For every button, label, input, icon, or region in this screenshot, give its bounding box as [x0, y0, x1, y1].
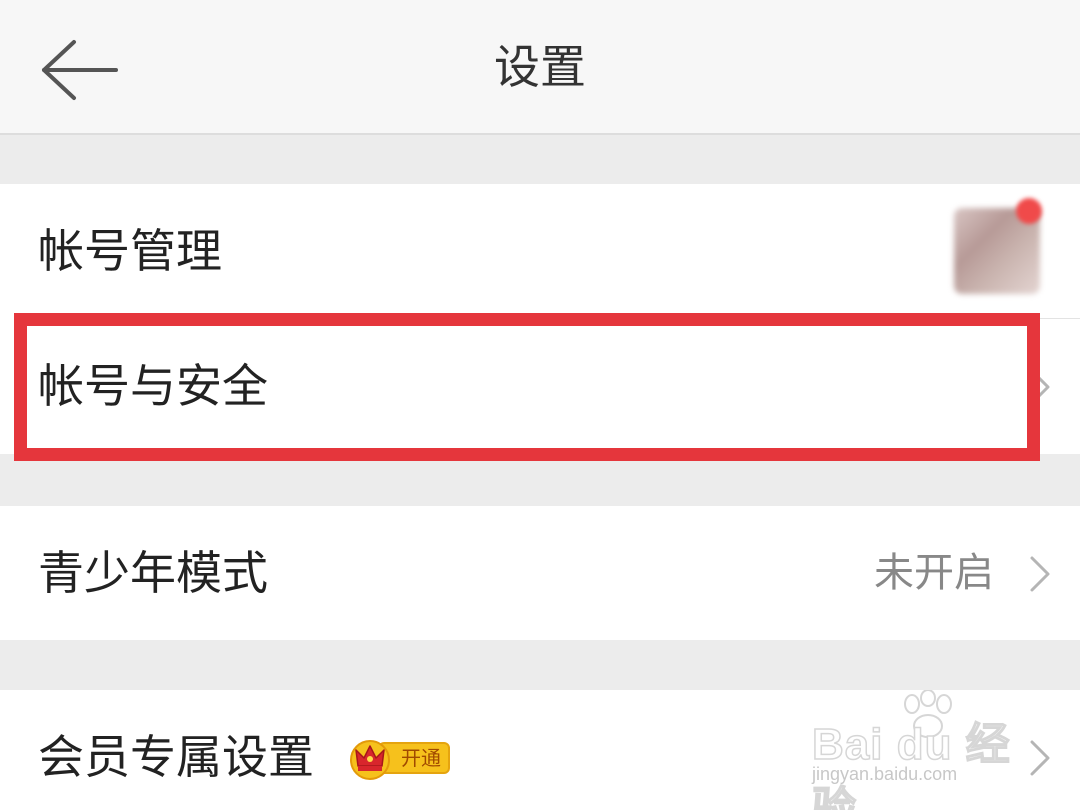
vip-group: 会员专属设置 — [0, 690, 1080, 810]
back-arrow-icon — [42, 40, 118, 100]
teen-mode-status: 未开启 — [874, 550, 994, 596]
vip-open-badge[interactable]: 开通 — [348, 736, 452, 780]
teen-mode-group: 青少年模式 未开启 — [0, 506, 1080, 640]
account-management-label: 帐号管理 — [38, 224, 222, 278]
back-button[interactable] — [30, 30, 130, 110]
vip-settings-row[interactable]: 会员专属设置 — [0, 690, 1080, 810]
account-security-label: 帐号与安全 — [38, 359, 268, 413]
chevron-right-icon — [1030, 369, 1050, 404]
teen-mode-row[interactable]: 青少年模式 未开启 — [0, 506, 1080, 641]
account-management-row[interactable]: 帐号管理 — [0, 184, 1080, 319]
notification-dot — [1016, 198, 1042, 224]
account-security-row[interactable]: 帐号与安全 — [0, 319, 1080, 454]
vip-badge-text: 开通 — [401, 746, 441, 770]
vip-settings-label: 会员专属设置 — [38, 730, 314, 784]
settings-screen: 设置 帐号管理 帐号与安全 青少年模式 未开启 会员专属设置 开通 Bai du… — [0, 0, 1080, 810]
crown-icon — [350, 740, 390, 780]
top-bar: 设置 — [0, 0, 1080, 135]
chevron-right-icon — [1030, 556, 1050, 591]
chevron-right-icon — [1030, 740, 1050, 775]
page-title: 设置 — [494, 40, 586, 94]
teen-mode-label: 青少年模式 — [38, 546, 268, 600]
account-group: 帐号管理 帐号与安全 — [0, 184, 1080, 454]
